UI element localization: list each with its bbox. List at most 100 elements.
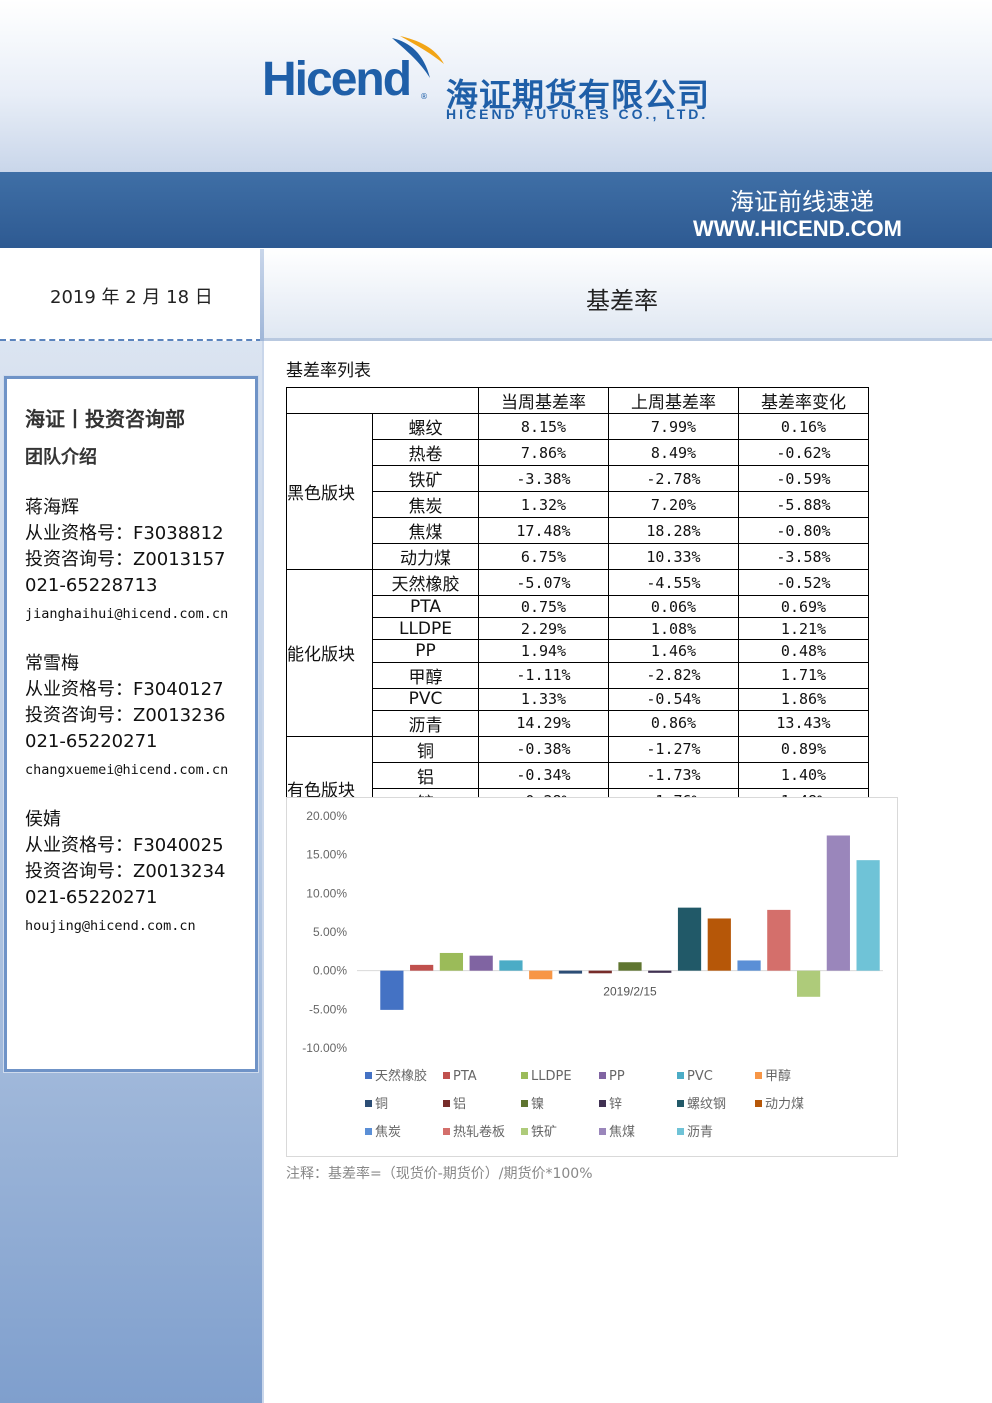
- legend-swatch: [365, 1100, 372, 1107]
- rate-change-cell: 1.40%: [738, 761, 869, 789]
- legend-label: PVC: [687, 1069, 713, 1084]
- product-cell: PP: [372, 639, 479, 663]
- previous-rate-cell: -1.27%: [608, 735, 739, 763]
- member-phone: 021-65228713: [25, 575, 158, 596]
- bar-13: [737, 960, 761, 971]
- header-blank: [286, 387, 479, 414]
- member-email[interactable]: changxuemei@hicend.com.cn: [25, 755, 257, 785]
- legend-label: 沥青: [687, 1125, 713, 1140]
- member-phone: 021-65220271: [25, 887, 158, 908]
- legend-label: 螺纹钢: [687, 1097, 726, 1112]
- bar-8: [588, 970, 612, 974]
- current-rate-cell: 8.15%: [478, 413, 609, 440]
- legend-label: 铝: [453, 1097, 466, 1112]
- table-row: 焦炭 1.32% 7.20% -5.88%: [287, 491, 869, 518]
- table-row: 焦煤 17.48% 18.28% -0.80%: [287, 517, 869, 544]
- product-cell: 沥青: [372, 709, 479, 737]
- previous-rate-cell: 1.46%: [608, 639, 739, 663]
- bar-12: [707, 918, 731, 971]
- legend-swatch: [677, 1100, 684, 1107]
- legend-swatch: [443, 1072, 450, 1079]
- team-member: 侯婧 从业资格号：F3040025 投资咨询号：Z0013234 021-652…: [25, 807, 257, 941]
- legend-label: PTA: [453, 1069, 477, 1084]
- legend-label: 铜: [375, 1097, 388, 1112]
- y-tick-label: -5.00%: [309, 1002, 347, 1016]
- rate-change-cell: -0.62%: [738, 439, 869, 466]
- member-email[interactable]: houjing@hicend.com.cn: [25, 911, 257, 941]
- previous-rate-cell: -2.82%: [608, 661, 739, 689]
- y-tick-label: 5.00%: [313, 925, 347, 939]
- header-banner: Hicend ® 海证期货有限公司 HICEND FUTURES CO., LT…: [0, 0, 992, 172]
- product-cell: 热卷: [372, 439, 479, 466]
- rate-change-cell: -0.80%: [738, 517, 869, 544]
- bar-15: [796, 970, 821, 997]
- sector-cell: 能化版块: [286, 569, 373, 737]
- table-row: 甲醇 -1.11% -2.82% 1.71%: [287, 661, 869, 689]
- member-consult-id: 投资咨询号：Z0013234: [25, 861, 226, 882]
- table-row: PTA 0.75% 0.06% 0.69%: [287, 594, 869, 619]
- website-link[interactable]: WWW.HICEND.COM: [693, 216, 902, 242]
- bar-1: [380, 970, 404, 1010]
- rate-change-cell: 13.43%: [738, 709, 869, 737]
- y-tick-label: 20.00%: [306, 809, 347, 823]
- current-rate-cell: -0.34%: [478, 761, 609, 789]
- legend-label: 焦煤: [609, 1125, 635, 1140]
- product-cell: 天然橡胶: [372, 569, 479, 596]
- table-row: PVC 1.33% -0.54% 1.86%: [287, 687, 869, 711]
- member-qualification: 从业资格号：F3038812: [25, 523, 224, 544]
- product-cell: 铁矿: [372, 465, 479, 492]
- bar-9: [618, 962, 642, 971]
- member-qualification: 从业资格号：F3040127: [25, 679, 224, 700]
- member-qualification: 从业资格号：F3040025: [25, 835, 224, 856]
- legend-swatch: [755, 1100, 762, 1107]
- y-tick-label: -10.00%: [302, 1041, 347, 1055]
- y-tick-label: 15.00%: [306, 848, 347, 862]
- y-tick-label: 0.00%: [313, 964, 347, 978]
- product-cell: LLDPE: [372, 617, 479, 641]
- current-rate-cell: 17.48%: [478, 517, 609, 544]
- product-cell: PTA: [372, 594, 479, 619]
- previous-rate-cell: 10.33%: [608, 543, 739, 570]
- rate-change-cell: -3.58%: [738, 543, 869, 570]
- table-row: 铝 -0.34% -1.73% 1.40%: [287, 761, 869, 789]
- legend-swatch: [521, 1072, 528, 1079]
- table-header-row: 当周基差率 上周基差率 基差率变化: [286, 387, 869, 414]
- chart-canvas: -10.00% -5.00% 0.00% 5.00% 10.00% 15.00% 20.00…: [302, 809, 883, 1140]
- previous-rate-cell: -4.55%: [608, 569, 739, 596]
- legend-swatch: [599, 1072, 606, 1079]
- logo-wing-icon: [392, 36, 444, 78]
- legend-label: 热轧卷板: [453, 1124, 505, 1140]
- team-intro-heading: 团队介绍: [25, 447, 97, 468]
- rate-change-cell: -5.88%: [738, 491, 869, 518]
- rate-change-cell: 1.86%: [738, 687, 869, 711]
- team-member: 蒋海辉 从业资格号：F3038812 投资咨询号：Z0013157 021-65…: [25, 495, 257, 629]
- bar-10: [648, 970, 672, 973]
- legend-swatch: [521, 1128, 528, 1135]
- rate-change-cell: 0.89%: [738, 735, 869, 763]
- current-rate-cell: 6.75%: [478, 543, 609, 570]
- rate-change-cell: 0.69%: [738, 594, 869, 619]
- legend-swatch: [365, 1128, 372, 1135]
- product-cell: 铜: [372, 735, 479, 763]
- basis-rate-chart: -10.00% -5.00% 0.00% 5.00% 10.00% 15.00% 20.00…: [286, 797, 898, 1157]
- table-row: 有色版块铜 -0.38% -1.27% 0.89%: [286, 735, 869, 841]
- current-rate-cell: 14.29%: [478, 709, 609, 737]
- member-name: 蒋海辉: [25, 497, 79, 518]
- report-date: 2019 年 2 月 18 日: [50, 287, 213, 308]
- previous-rate-cell: 7.20%: [608, 491, 739, 518]
- member-email[interactable]: jianghaihui@hicend.com.cn: [25, 599, 257, 629]
- rate-change-cell: 1.71%: [738, 661, 869, 689]
- header-current: 当周基差率: [478, 387, 609, 414]
- current-rate-cell: 1.94%: [478, 639, 609, 663]
- legend-label: 甲醇: [765, 1068, 791, 1084]
- band-title: 海证前线速递: [730, 188, 874, 216]
- product-cell: 焦炭: [372, 491, 479, 518]
- table-row: 沥青 14.29% 0.86% 13.43%: [287, 709, 869, 737]
- member-phone: 021-65220271: [25, 731, 158, 752]
- legend-swatch: [755, 1072, 762, 1079]
- date-panel: 2019 年 2 月 18 日: [0, 249, 262, 341]
- sector-cell: 黑色版块: [286, 413, 373, 570]
- previous-rate-cell: 7.99%: [608, 413, 739, 440]
- current-rate-cell: 2.29%: [478, 617, 609, 641]
- current-rate-cell: -3.38%: [478, 465, 609, 492]
